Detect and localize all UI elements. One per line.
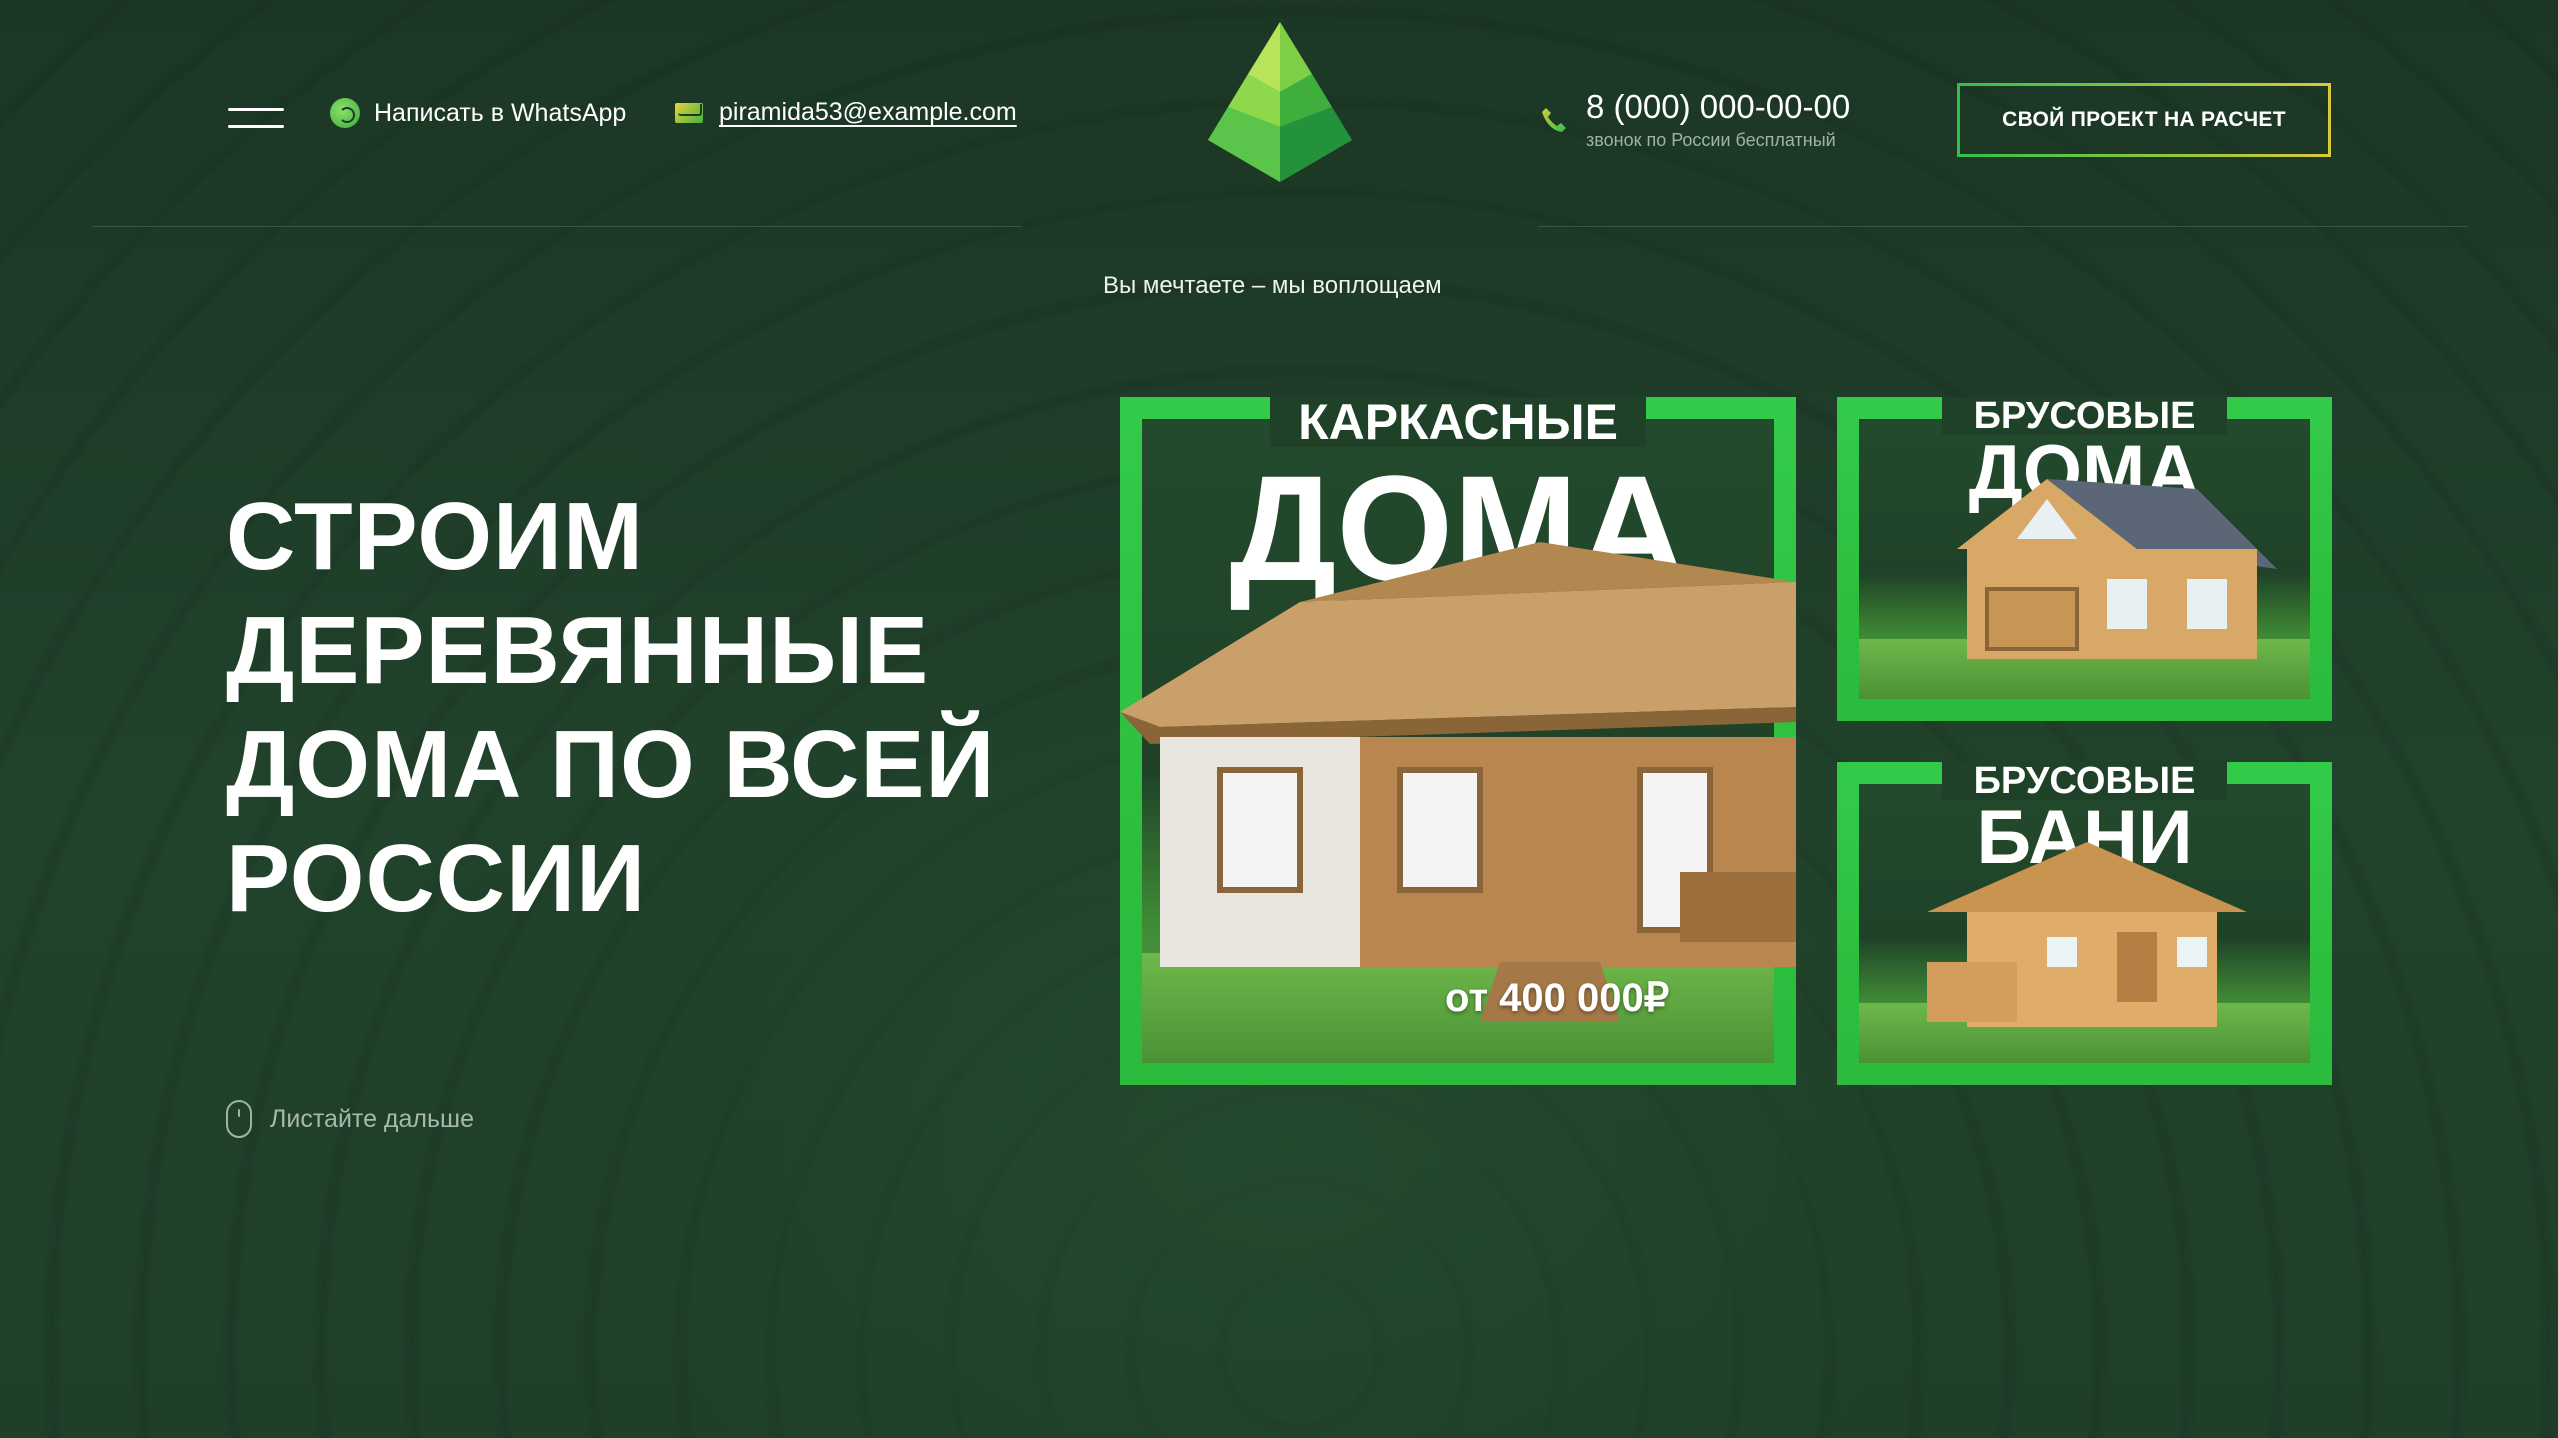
- email-address[interactable]: piramida53@example.com: [719, 98, 1017, 127]
- card-caption-top: БРУСОВЫЕ: [1942, 762, 2227, 800]
- card-caption-top: КАРКАСНЫЕ: [1270, 397, 1646, 447]
- mouse-icon: [226, 1100, 252, 1138]
- menu-icon[interactable]: [228, 108, 284, 130]
- house-image: [1957, 479, 2277, 659]
- email-link[interactable]: piramida53@example.com: [675, 98, 1017, 127]
- scroll-down-link[interactable]: Листайте дальше: [226, 1100, 474, 1138]
- card-timber-saunas[interactable]: БРУСОВЫЕ БАНИ: [1837, 762, 2332, 1085]
- card-price: от 400 000₽: [1445, 976, 1670, 1020]
- house-image: [1120, 542, 1796, 1022]
- project-calc-button[interactable]: СВОЙ ПРОЕКТ НА РАСЧЕТ: [1957, 83, 2331, 157]
- mail-icon: [675, 102, 703, 123]
- logo-pyramid[interactable]: [1208, 22, 1352, 182]
- whatsapp-label: Написать в WhatsApp: [374, 98, 627, 127]
- card-caption-top: БРУСОВЫЕ: [1942, 397, 2227, 435]
- divider-right: [1538, 226, 2468, 227]
- phone-number[interactable]: 8 (000) 000-00-00: [1586, 88, 1850, 126]
- card-timber-houses[interactable]: БРУСОВЫЕ ДОМА: [1837, 397, 2332, 721]
- hero-title: СТРОИМ ДЕРЕВЯННЫЕ ДОМА ПО ВСЕЙ РОССИИ: [226, 483, 996, 932]
- house-image: [1927, 842, 2247, 1027]
- whatsapp-link[interactable]: Написать в WhatsApp: [330, 98, 626, 128]
- phone-note: звонок по России бесплатный: [1586, 130, 1836, 150]
- card-frame-houses[interactable]: КАРКАСНЫЕ ДОМА от 400 000₽: [1120, 397, 1796, 1085]
- whatsapp-icon: [330, 98, 360, 128]
- phone-icon: [1542, 108, 1566, 132]
- divider-left: [92, 226, 1022, 227]
- scroll-label: Листайте дальше: [270, 1104, 474, 1133]
- tagline: Вы мечтаете – мы воплощаем: [1103, 272, 1442, 299]
